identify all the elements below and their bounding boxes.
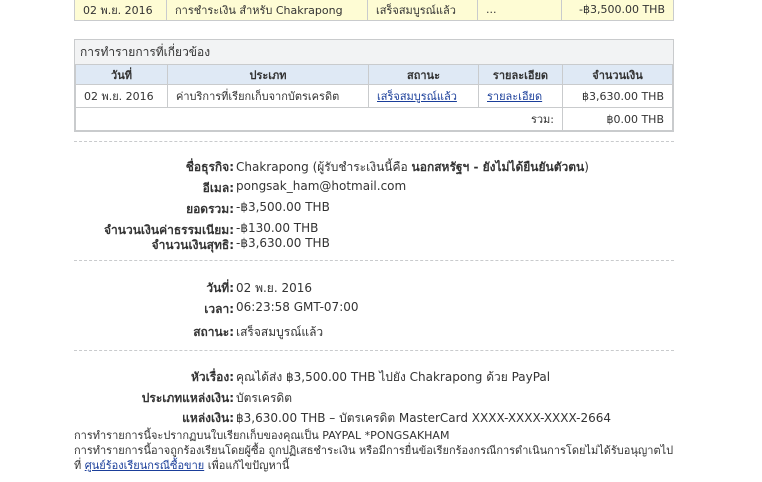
source-value: ฿3,630.00 THB – บัตรเครดิต MasterCard XX… <box>236 411 611 425</box>
total-label: รวม: <box>75 107 563 131</box>
cell-amount: -฿3,500.00 THB <box>561 0 674 21</box>
related-transactions: การทำรายการที่เกี่ยวข้อง วันที่ ประเภท ส… <box>74 39 674 132</box>
divider <box>74 141 674 142</box>
total-row: รวม: ฿0.00 THB <box>75 107 673 131</box>
status-link[interactable]: เสร็จสมบูรณ์แล้ว <box>377 90 457 103</box>
table-header-row: วันที่ ประเภท สถานะ รายละเอียด จำนวนเงิน <box>75 64 673 85</box>
cell-date: 02 พ.ย. 2016 <box>75 84 168 108</box>
cell-date: 02 พ.ย. 2016 <box>74 0 167 21</box>
source-type-value: บัตรเครดิต <box>236 391 293 405</box>
cell-status: เสร็จสมบูรณ์แล้ว <box>367 0 478 21</box>
total-value: ฿0.00 THB <box>562 107 673 131</box>
detail-link[interactable]: รายละเอียด <box>487 90 542 103</box>
subject-label: หัวเรื่อง: <box>190 370 234 384</box>
cell-detail: ... <box>477 0 562 21</box>
col-date: วันที่ <box>75 64 168 85</box>
source-label: แหล่งเงิน: <box>182 411 234 425</box>
claim-note-continued: ที่ ศูนย์ร้องเรียนกรณีซื้อขาย เพื่อแก้ไข… <box>74 459 290 472</box>
email-value: pongsak_ham@hotmail.com <box>236 179 407 193</box>
col-detail: รายละเอียด <box>478 64 563 85</box>
table-row: 02 พ.ย. 2016 การชำระเงิน สำหรับ Chakrapo… <box>74 0 674 21</box>
cell-type: ค่าบริการที่เรียกเก็บจากบัตรเครดิต <box>167 84 369 108</box>
statement-note: การทำรายการนี้จะปรากฏบนใบเรียกเก็บของคุณ… <box>74 429 450 442</box>
fee-value: -฿130.00 THB <box>236 221 319 235</box>
time-value: 06:23:58 GMT-07:00 <box>236 300 359 314</box>
subject-value: คุณได้ส่ง ฿3,500.00 THB ไปยัง Chakrapong… <box>236 370 551 384</box>
source-type-label: ประเภทแหล่งเงิน: <box>141 391 234 405</box>
col-amount: จำนวนเงิน <box>562 64 673 85</box>
date-label: วันที่: <box>206 281 234 295</box>
top-transaction-row: 02 พ.ย. 2016 การชำระเงิน สำหรับ Chakrapo… <box>74 0 674 21</box>
divider <box>74 260 674 261</box>
time-label: เวลา: <box>204 302 234 316</box>
related-table: วันที่ ประเภท สถานะ รายละเอียด จำนวนเงิน… <box>75 64 673 131</box>
cell-status: เสร็จสมบูรณ์แล้ว <box>368 84 479 108</box>
email-label: อีเมล: <box>202 181 234 195</box>
claim-note: การทำรายการนี้อาจถูกร้องเรียนโดยผู้ซื้อ … <box>74 444 674 457</box>
col-status: สถานะ <box>368 64 479 85</box>
table-row: 02 พ.ย. 2016 ค่าบริการที่เรียกเก็บจากบัต… <box>75 84 673 108</box>
divider <box>74 350 674 351</box>
status-value: เสร็จสมบูรณ์แล้ว <box>236 325 324 339</box>
related-title: การทำรายการที่เกี่ยวข้อง <box>75 40 673 64</box>
col-type: ประเภท <box>167 64 369 85</box>
net-label: จำนวนเงินสุทธิ: <box>151 238 234 252</box>
date-value: 02 พ.ย. 2016 <box>236 281 313 295</box>
business-name-value: Chakrapong (ผู้รับชำระเงินนี้คือ นอกสหรั… <box>236 160 589 174</box>
business-name-label: ชื่อธุรกิจ: <box>185 160 234 174</box>
cell-type: การชำระเงิน สำหรับ Chakrapong <box>166 0 368 21</box>
transaction-tables: 02 พ.ย. 2016 การชำระเงิน สำหรับ Chakrapo… <box>74 0 674 132</box>
resolution-center-link[interactable]: ศูนย์ร้องเรียนกรณีซื้อขาย <box>85 459 204 472</box>
total-label: ยอดรวม: <box>186 202 234 216</box>
cell-detail: รายละเอียด <box>478 84 563 108</box>
cell-amount: ฿3,630.00 THB <box>562 84 673 108</box>
total-value: -฿3,500.00 THB <box>236 200 330 214</box>
status-label: สถานะ: <box>193 325 234 339</box>
net-value: -฿3,630.00 THB <box>236 236 330 250</box>
